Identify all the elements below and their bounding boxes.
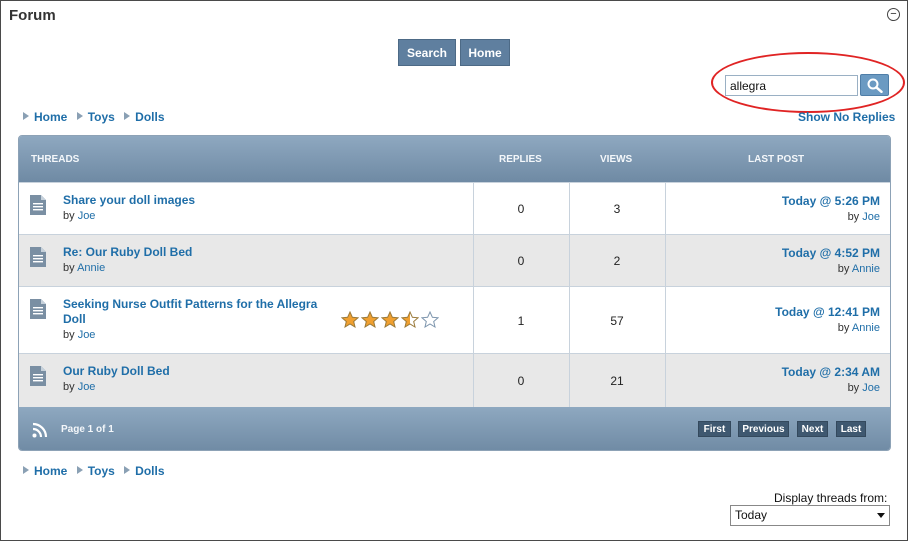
search-input[interactable] (725, 75, 858, 96)
collapse-icon[interactable]: − (887, 8, 900, 21)
breadcrumb-home[interactable]: Home (34, 110, 67, 124)
views-count: 2 (613, 254, 621, 268)
last-post-author-link[interactable]: Joe (862, 382, 880, 394)
display-threads-select[interactable]: Today (730, 505, 890, 526)
views-count: 3 (613, 202, 621, 216)
thread-document-icon (30, 299, 46, 319)
last-post-author-link[interactable]: Annie (852, 263, 880, 275)
star-icon[interactable] (400, 310, 420, 329)
replies-count: 0 (517, 202, 525, 216)
table-row: Re: Our Ruby Doll Bed by Annie 0 2 Today… (19, 234, 890, 286)
views-count: 21 (610, 374, 624, 388)
first-page-button[interactable]: First (698, 421, 731, 437)
by-prefix: by (63, 381, 75, 393)
thread-document-icon (30, 195, 46, 215)
breadcrumb-arrow-icon (23, 112, 29, 120)
previous-page-button[interactable]: Previous (738, 421, 789, 437)
thread-title-link[interactable]: Re: Our Ruby Doll Bed (63, 245, 333, 260)
page-info: Page 1 of 1 (61, 424, 114, 435)
breadcrumb-dolls[interactable]: Dolls (135, 464, 164, 478)
thread-author-link[interactable]: Joe (78, 210, 96, 222)
breadcrumb-arrow-icon (76, 466, 83, 474)
header-views: VIEWS (600, 154, 633, 165)
views-count: 57 (610, 314, 624, 328)
table-row: Seeking Nurse Outfit Patterns for the Al… (19, 286, 890, 353)
last-post-date-link[interactable]: Today @ 2:34 AM (782, 365, 880, 379)
next-page-button[interactable]: Next (797, 421, 828, 437)
thread-rating[interactable] (340, 310, 441, 329)
display-threads-selected: Today (735, 508, 768, 522)
home-button[interactable]: Home (460, 39, 510, 66)
thread-document-icon (30, 247, 46, 267)
thread-title-link[interactable]: Seeking Nurse Outfit Patterns for the Al… (63, 297, 333, 327)
star-icon[interactable] (360, 310, 380, 329)
last-post-date-link[interactable]: Today @ 12:41 PM (775, 305, 880, 319)
by-prefix: by (63, 210, 75, 222)
table-footer: Page 1 of 1 First Previous Next Last (19, 407, 890, 450)
breadcrumb-arrow-icon (124, 112, 131, 120)
last-post-author-link[interactable]: Joe (862, 211, 880, 223)
star-icon[interactable] (380, 310, 400, 329)
replies-count: 0 (517, 254, 525, 268)
thread-author-link[interactable]: Joe (78, 381, 96, 393)
replies-count: 1 (517, 314, 525, 328)
star-icon[interactable] (340, 310, 360, 329)
table-row: Share your doll images by Joe 0 3 Today … (19, 182, 890, 234)
header-replies: REPLIES (499, 154, 542, 165)
breadcrumb-home[interactable]: Home (34, 464, 67, 478)
search-go-button[interactable] (860, 74, 889, 96)
last-post-author-link[interactable]: Annie (852, 322, 880, 334)
chevron-down-icon (877, 513, 885, 518)
page-title: Forum (9, 7, 56, 24)
thread-title-link[interactable]: Share your doll images (63, 193, 333, 208)
by-prefix: by (63, 329, 75, 341)
header-threads: THREADS (31, 154, 80, 165)
breadcrumb-dolls[interactable]: Dolls (135, 110, 164, 124)
search-button[interactable]: Search (398, 39, 456, 66)
last-post-date-link[interactable]: Today @ 5:26 PM (782, 194, 880, 208)
last-post-date-link[interactable]: Today @ 4:52 PM (782, 246, 880, 260)
table-header: THREADS REPLIES VIEWS LAST POST (19, 136, 890, 182)
threads-table: THREADS REPLIES VIEWS LAST POST Share yo… (18, 135, 891, 451)
breadcrumb-toys[interactable]: Toys (88, 464, 115, 478)
breadcrumb-arrow-icon (124, 466, 131, 474)
forum-window: Forum − Search Home Home Toys Dolls Show… (0, 0, 908, 541)
show-no-replies-link[interactable]: Show No Replies (798, 110, 895, 124)
breadcrumb-arrow-icon (23, 466, 29, 474)
header-last-post: LAST POST (748, 154, 805, 165)
table-row: Our Ruby Doll Bed by Joe 0 21 Today @ 2:… (19, 353, 890, 407)
breadcrumb-bottom: Home Toys Dolls (23, 464, 171, 478)
display-threads-label: Display threads from: (774, 491, 888, 505)
thread-document-icon (30, 366, 46, 386)
last-page-button[interactable]: Last (836, 421, 866, 437)
rss-icon[interactable] (32, 422, 48, 438)
breadcrumb-arrow-icon (76, 112, 83, 120)
magnifier-icon (867, 78, 883, 93)
replies-count: 0 (517, 374, 525, 388)
by-prefix: by (63, 262, 75, 274)
breadcrumb: Home Toys Dolls (23, 110, 171, 124)
thread-author-link[interactable]: Annie (77, 262, 105, 274)
breadcrumb-toys[interactable]: Toys (88, 110, 115, 124)
star-icon[interactable] (420, 310, 440, 329)
thread-title-link[interactable]: Our Ruby Doll Bed (63, 364, 333, 379)
thread-author-link[interactable]: Joe (78, 329, 96, 341)
